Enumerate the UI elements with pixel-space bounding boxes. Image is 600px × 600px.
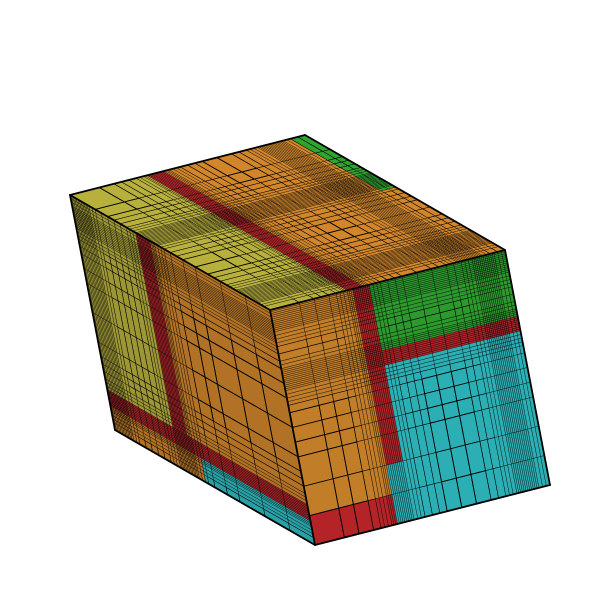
amr-cube-diagram [0,0,600,600]
